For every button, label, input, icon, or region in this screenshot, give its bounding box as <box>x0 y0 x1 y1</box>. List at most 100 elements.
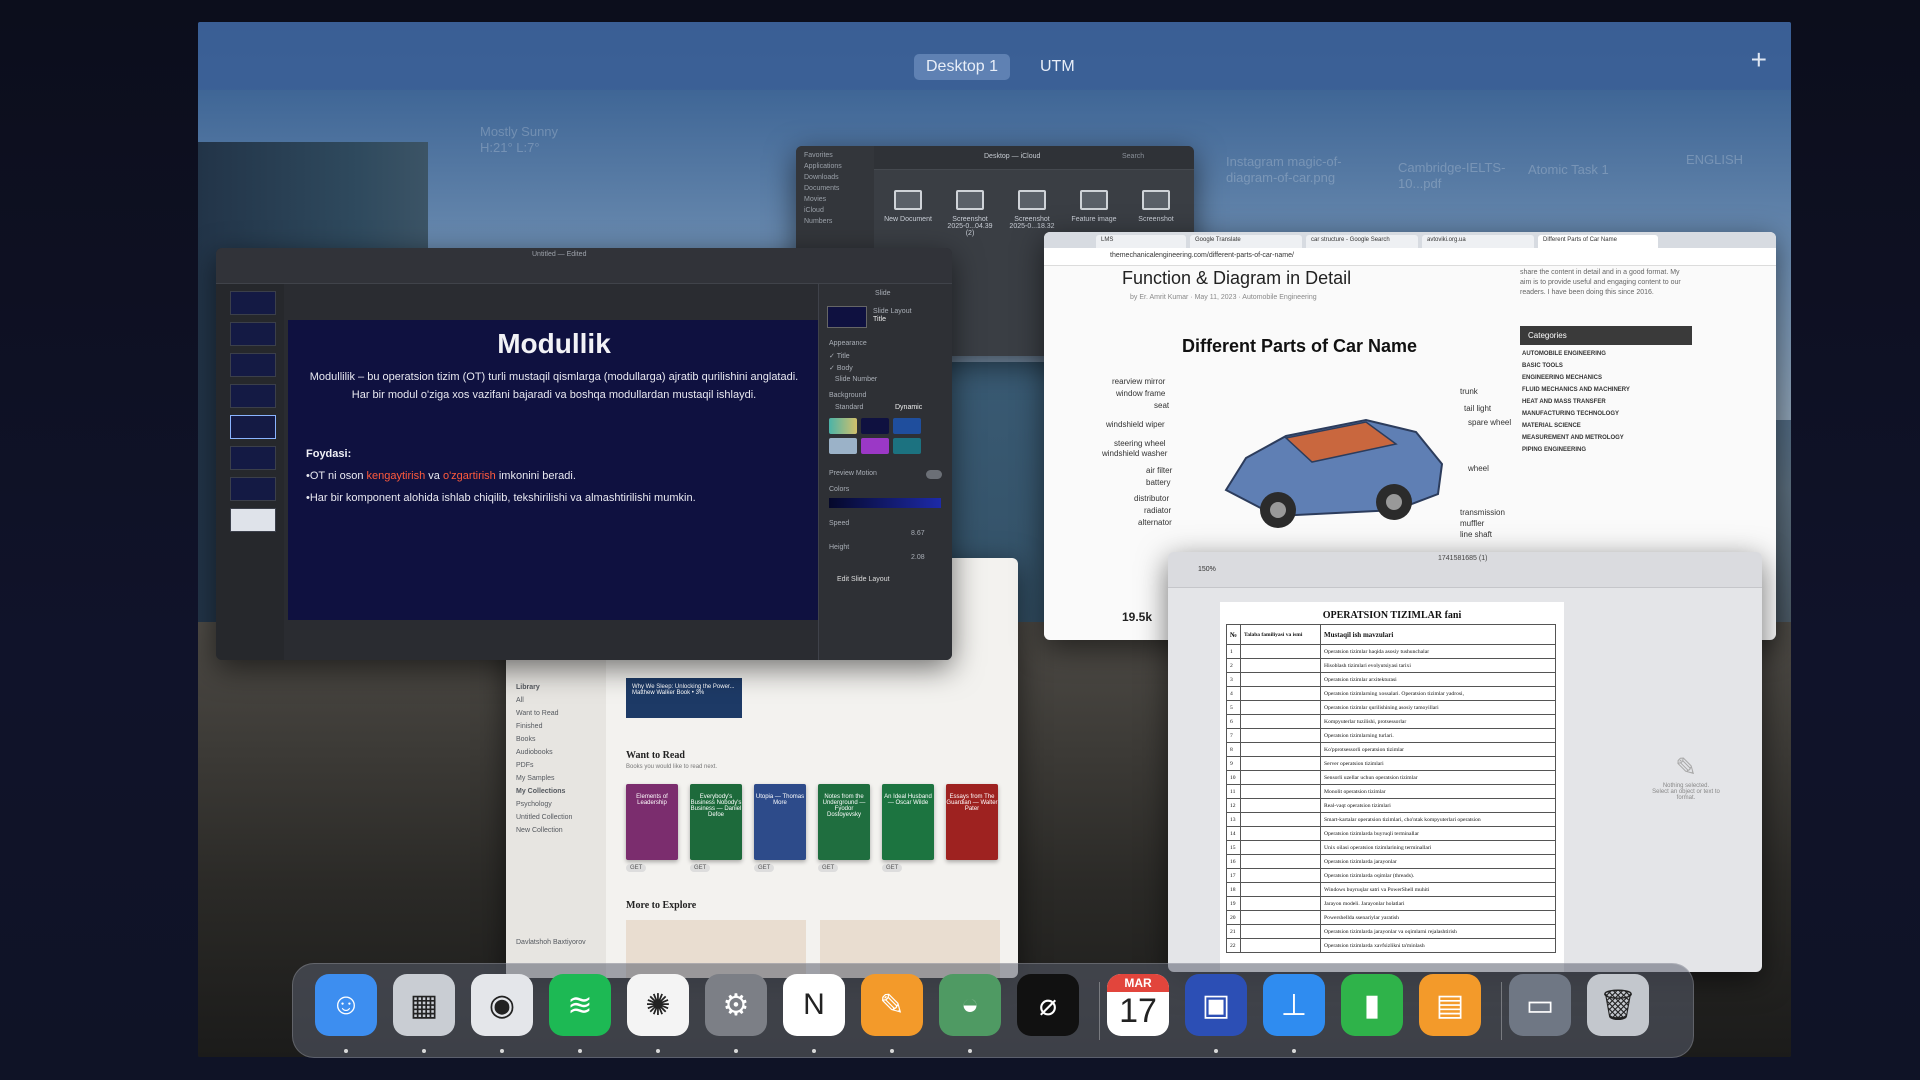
books-sidebar-item[interactable]: Audiobooks <box>506 746 606 759</box>
edit-slide-layout-button[interactable]: Edit Slide Layout <box>837 576 890 583</box>
get-button[interactable]: GET <box>754 864 775 872</box>
slide-thumbnail-selected[interactable] <box>230 415 276 439</box>
row-student[interactable] <box>1240 882 1322 897</box>
table-row[interactable]: 13 Smart-kartalar operatsion tizimlari, c… <box>1225 812 1556 827</box>
layout-thumbnail[interactable] <box>827 306 867 328</box>
slide-benefits-heading[interactable]: Foydasi: <box>306 448 351 460</box>
article-byline[interactable]: by Er. Amrit Kumar · May 11, 2023 · Auto… <box>1130 294 1317 301</box>
books-sidebar-item[interactable]: Psychology <box>506 798 606 811</box>
row-student[interactable] <box>1240 938 1322 953</box>
finder-search[interactable]: Search <box>1122 153 1144 160</box>
add-space-icon[interactable]: + <box>1751 44 1767 76</box>
book-cover[interactable]: Notes from the Underground — Fyodor Dost… <box>818 784 870 860</box>
finder-file[interactable]: New Document <box>882 190 934 223</box>
dock-calendar-icon[interactable]: MAR 17 <box>1107 974 1169 1036</box>
category-link[interactable]: MEASUREMENT AND METROLOGY <box>1520 429 1692 441</box>
dock-launchpad-icon[interactable]: ▦ <box>393 974 455 1036</box>
slide-thumbnail[interactable] <box>230 384 276 408</box>
get-button[interactable]: GET <box>690 864 711 872</box>
desktop-file-label[interactable]: Cambridge-IELTS-10...pdf <box>1398 160 1508 192</box>
table-row[interactable]: 4 Operatsion tizimlarning xossalari. Oper… <box>1225 686 1556 701</box>
book-cover[interactable]: Elements of Leadership <box>626 784 678 860</box>
row-student[interactable] <box>1240 910 1322 925</box>
space-tab-utm[interactable]: UTM <box>1028 54 1087 80</box>
get-button[interactable]: GET <box>626 864 647 872</box>
dock-spotify-icon[interactable]: ≋ <box>549 974 611 1036</box>
books-user[interactable]: Davlatshoh Baxtiyorov <box>506 936 596 949</box>
bg-swatch[interactable] <box>893 418 921 434</box>
browser-tab[interactable]: LMS <box>1096 235 1186 248</box>
row-student[interactable] <box>1240 686 1322 701</box>
row-student[interactable] <box>1240 868 1322 883</box>
finder-sidebar-item[interactable]: Applications <box>796 161 874 172</box>
books-sidebar-item[interactable]: All <box>506 694 606 707</box>
desktop-file-label[interactable]: Instagram magic-of-diagram-of-car.png <box>1226 154 1346 186</box>
dock-books-icon[interactable]: ▤ <box>1419 974 1481 1036</box>
space-tab-desktop-1[interactable]: Desktop 1 <box>914 54 1011 80</box>
row-student[interactable] <box>1240 924 1322 939</box>
table-row[interactable]: 8 Ko'pprotsessorli operatsion tizimlar <box>1225 742 1556 757</box>
books-sidebar-item[interactable]: My Samples <box>506 772 606 785</box>
pages-window[interactable]: 1741581685 (1) 150% OPERATSION TIZIMLAR … <box>1168 552 1762 972</box>
book-cover[interactable]: An Ideal Husband — Oscar Wilde <box>882 784 934 860</box>
bg-swatch[interactable] <box>861 418 889 434</box>
dock-chatgpt-icon[interactable]: ✺ <box>627 974 689 1036</box>
table-row[interactable]: 6 Kompyuterlar tuzilishi, protsessorlar <box>1225 714 1556 729</box>
inspector-tab-slide[interactable]: Slide <box>875 290 891 297</box>
want-to-read-heading[interactable]: Want to Read <box>626 750 685 761</box>
color-gradient-bar[interactable] <box>829 498 941 508</box>
topics-table[interactable]: № Talaba familiyasi va ismi Mustaqil ish… <box>1225 624 1556 953</box>
row-student[interactable] <box>1240 728 1322 743</box>
table-row[interactable]: 18 Windows buyruqlar satri va PowerShell … <box>1225 882 1556 897</box>
row-student[interactable] <box>1240 756 1322 771</box>
finder-file[interactable]: Screenshot 2025-0...04.39 (2) <box>944 190 996 237</box>
book-cover[interactable]: Essays from The Guardian — Walter Pater <box>946 784 998 860</box>
row-student[interactable] <box>1240 784 1322 799</box>
row-student[interactable] <box>1240 742 1322 757</box>
category-link[interactable]: HEAT AND MASS TRANSFER <box>1520 393 1692 405</box>
finder-location[interactable]: Desktop — iCloud <box>984 153 1040 160</box>
table-row[interactable]: 7 Operatsion tizimlarning turlari. <box>1225 728 1556 743</box>
slide-thumbnail[interactable] <box>230 446 276 470</box>
checkbox-body[interactable]: ✓ Body <box>829 364 853 372</box>
bg-swatch[interactable] <box>861 438 889 454</box>
current-book-card[interactable]: Why We Sleep: Unlocking the Power... Mat… <box>626 678 742 718</box>
browser-tab[interactable]: Google Translate <box>1190 235 1302 248</box>
dock-notion-icon[interactable]: N <box>783 974 845 1036</box>
books-sidebar-item[interactable]: New Collection <box>506 824 606 837</box>
table-row[interactable]: 17 Operatsion tizimlarda oqimlar (threads… <box>1225 868 1556 883</box>
category-link[interactable]: AUTOMOBILE ENGINEERING <box>1520 345 1692 357</box>
checkbox-title[interactable]: ✓ Title <box>829 352 850 360</box>
books-sidebar-item[interactable]: Untitled Collection <box>506 811 606 824</box>
category-link[interactable]: BASIC TOOLS <box>1520 357 1692 369</box>
category-link[interactable]: MATERIAL SCIENCE <box>1520 417 1692 429</box>
book-cover[interactable]: Everybody's Business Nobody's Business —… <box>690 784 742 860</box>
dock-trash-icon[interactable]: 🗑 <box>1587 974 1649 1036</box>
table-row[interactable]: 1 Operatsion tizimlar haqida asosiy tushu… <box>1225 644 1556 659</box>
zoom-menu[interactable]: 150% <box>1198 566 1216 573</box>
slide-thumbnail[interactable] <box>230 477 276 501</box>
table-row[interactable]: 5 Operatsion tizimlar qurilishining asosi… <box>1225 700 1556 715</box>
finder-sidebar-item[interactable]: Documents <box>796 183 874 194</box>
row-student[interactable] <box>1240 700 1322 715</box>
table-row[interactable]: 9 Server operatsion tizimlari <box>1225 756 1556 771</box>
speed-value[interactable]: 8.67 <box>911 530 925 537</box>
url-text[interactable]: themechanicalengineering.com/different-p… <box>1110 252 1294 259</box>
finder-sidebar-item[interactable]: Movies <box>796 194 874 205</box>
browser-tab[interactable]: car structure - Google Search <box>1306 235 1418 248</box>
book-cover[interactable]: Utopia — Thomas More <box>754 784 806 860</box>
table-row[interactable]: 3 Operatsion tizimlar arxitekturasi <box>1225 672 1556 687</box>
table-row[interactable]: 19 Jarayon modeli. Jarayonlar holatlari <box>1225 896 1556 911</box>
dock-maps-icon[interactable]: ◒ <box>939 974 1001 1036</box>
bg-swatch[interactable] <box>893 438 921 454</box>
category-link[interactable]: MANUFACTURING TECHNOLOGY <box>1520 405 1692 417</box>
row-student[interactable] <box>1240 658 1322 673</box>
slide-thumbnail[interactable] <box>230 508 276 532</box>
dock-keynote-icon[interactable]: ⊥ <box>1263 974 1325 1036</box>
document-title[interactable]: OPERATSION TIZIMLAR fani <box>1220 610 1564 621</box>
slide-bullet-1[interactable]: •OT ni oson kengaytirish va o'zgartirish… <box>306 470 576 482</box>
dock-downloads-icon[interactable]: ▭ <box>1509 974 1571 1036</box>
row-student[interactable] <box>1240 644 1322 659</box>
row-student[interactable] <box>1240 812 1322 827</box>
dock-screens-icon[interactable]: ▣ <box>1185 974 1247 1036</box>
